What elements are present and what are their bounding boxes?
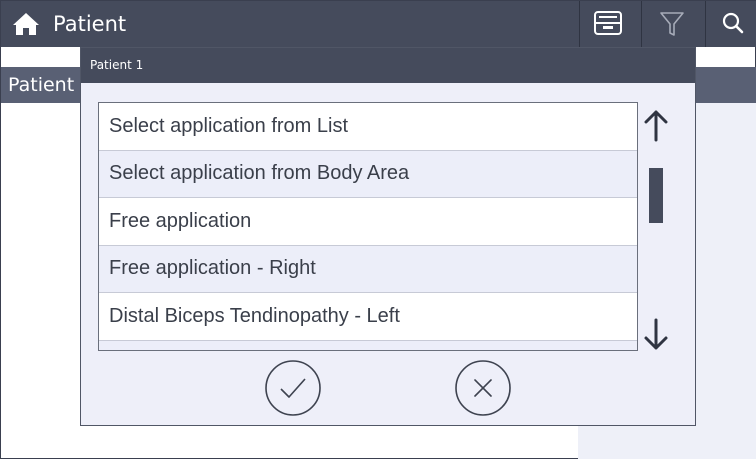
arrow-down-icon[interactable] (636, 314, 676, 354)
list-item[interactable]: Free application - Right (99, 245, 637, 293)
patient-tab-label[interactable]: Patient (8, 71, 74, 99)
top-bar: Patient (1, 1, 756, 47)
tray-icon[interactable] (589, 7, 629, 41)
toolbar-divider (705, 1, 706, 47)
scrollbar-thumb[interactable] (649, 168, 663, 223)
list-item[interactable] (99, 340, 637, 350)
dialog-header: Patient 1 (81, 48, 695, 83)
toolbar-divider (641, 1, 642, 47)
check-icon[interactable] (264, 359, 322, 417)
list-item[interactable]: Select application from Body Area (99, 150, 637, 198)
close-icon[interactable] (454, 359, 512, 417)
app-window: Patient Patient Patient 1 Select applica… (0, 0, 756, 459)
toolbar-divider (579, 1, 580, 47)
dialog-title: Patient 1 (90, 58, 144, 72)
search-icon[interactable] (713, 7, 753, 41)
filter-icon[interactable] (653, 7, 693, 41)
list-item[interactable]: Free application (99, 198, 637, 246)
list-item[interactable]: Select application from List (99, 103, 637, 151)
application-list[interactable]: Select application from List Select appl… (98, 102, 638, 351)
arrow-up-icon[interactable] (636, 106, 676, 146)
list-item[interactable]: Distal Biceps Tendinopathy - Left (99, 293, 637, 341)
home-icon[interactable] (11, 11, 41, 37)
application-dialog: Patient 1 Select application from List S… (80, 47, 696, 426)
page-title: Patient (53, 12, 127, 36)
